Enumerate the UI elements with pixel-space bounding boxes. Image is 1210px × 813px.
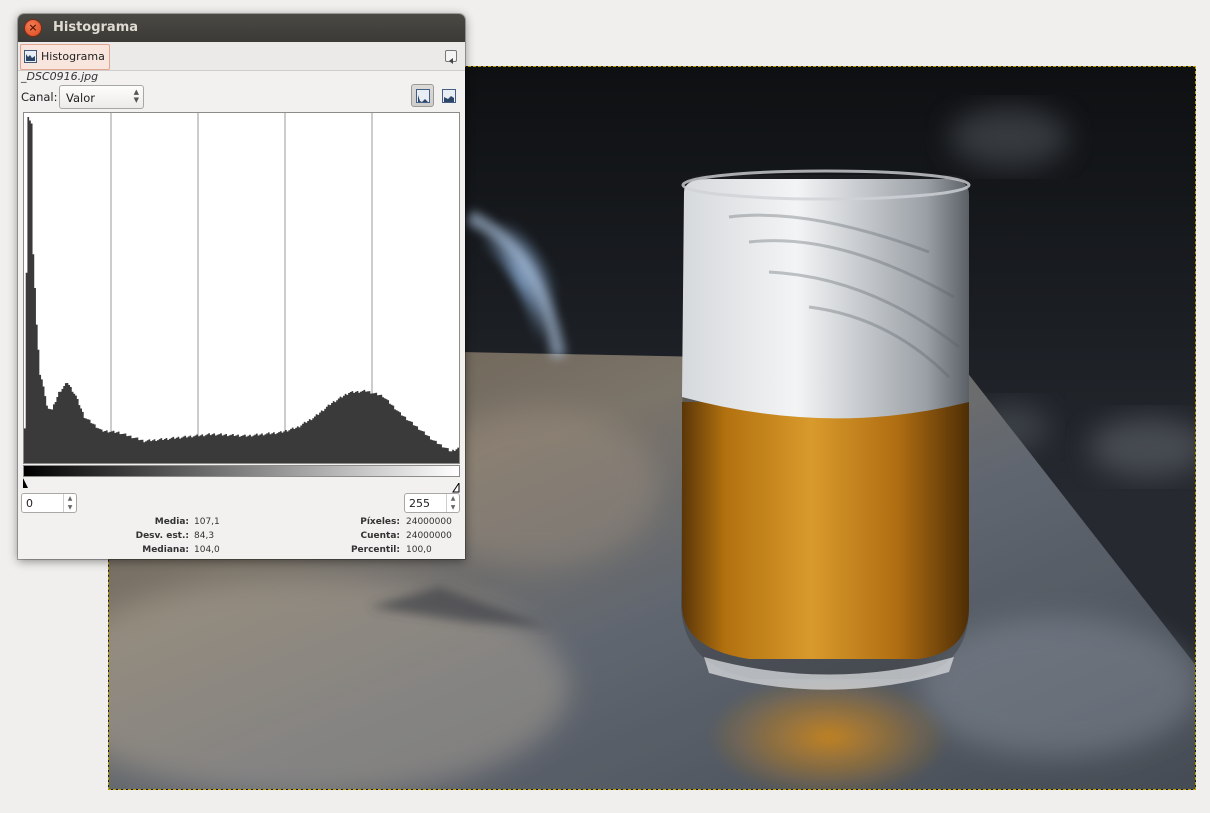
stat-stddev-value: 84,3 bbox=[194, 531, 215, 541]
channel-label: Canal: bbox=[21, 90, 58, 104]
window-title: Histograma bbox=[53, 20, 139, 35]
stat-percentile-label: Percentil: bbox=[350, 545, 400, 555]
stat-percentile-value: 100,0 bbox=[406, 545, 432, 555]
histogram-area bbox=[24, 117, 459, 463]
channel-value: Valor bbox=[66, 91, 95, 105]
spinner-arrows-icon[interactable]: ▲ ▼ bbox=[446, 494, 459, 512]
high-range-handle[interactable] bbox=[452, 478, 460, 493]
stat-median-label: Mediana: bbox=[142, 545, 189, 555]
range-end-spinner[interactable]: 255 ▲ ▼ bbox=[404, 493, 460, 513]
histogram-icon bbox=[24, 50, 37, 63]
spinner-arrows-icon[interactable]: ▲ ▼ bbox=[63, 494, 76, 512]
stat-pixels-value: 24000000 bbox=[406, 517, 452, 527]
stat-mean-value: 107,1 bbox=[194, 517, 220, 527]
range-slider[interactable] bbox=[23, 477, 460, 493]
updown-icon: ▲ ▼ bbox=[133, 88, 139, 104]
dock-tab-bar: Histograma bbox=[18, 42, 465, 71]
triangle-left-icon bbox=[449, 58, 453, 64]
stat-stddev-label: Desv. est.: bbox=[135, 531, 189, 541]
stat-median-value: 104,0 bbox=[194, 545, 220, 555]
window-titlebar[interactable]: × Histograma bbox=[18, 14, 465, 42]
logarithmic-histogram-button[interactable] bbox=[437, 84, 460, 107]
stat-count-value: 24000000 bbox=[406, 531, 452, 541]
dock-menu-button[interactable] bbox=[445, 50, 457, 64]
histogram-window: × Histograma Histograma _DSC0916.jpg Can… bbox=[18, 14, 465, 559]
range-start-value: 0 bbox=[26, 497, 33, 510]
histogram-chart bbox=[24, 113, 459, 463]
range-start-spinner[interactable]: 0 ▲ ▼ bbox=[21, 493, 77, 513]
stat-pixels-label: Píxeles: bbox=[360, 517, 400, 527]
close-icon: × bbox=[28, 21, 38, 34]
logarithmic-histogram-icon bbox=[442, 89, 456, 103]
channel-select[interactable]: Valor ▲ ▼ bbox=[59, 85, 144, 109]
stat-count-label: Cuenta: bbox=[360, 531, 401, 541]
image-name: _DSC0916.jpg bbox=[21, 70, 99, 83]
range-end-value: 255 bbox=[409, 497, 430, 510]
linear-histogram-icon bbox=[416, 89, 430, 103]
tab-label: Histograma bbox=[41, 50, 105, 63]
linear-histogram-button[interactable] bbox=[411, 84, 434, 107]
low-range-handle[interactable] bbox=[23, 478, 28, 488]
value-gradient-bar bbox=[23, 465, 460, 477]
histogram-view[interactable] bbox=[23, 112, 460, 464]
close-button[interactable]: × bbox=[25, 20, 41, 36]
tab-histogram[interactable]: Histograma bbox=[20, 44, 110, 70]
stat-mean-label: Media: bbox=[154, 517, 189, 527]
